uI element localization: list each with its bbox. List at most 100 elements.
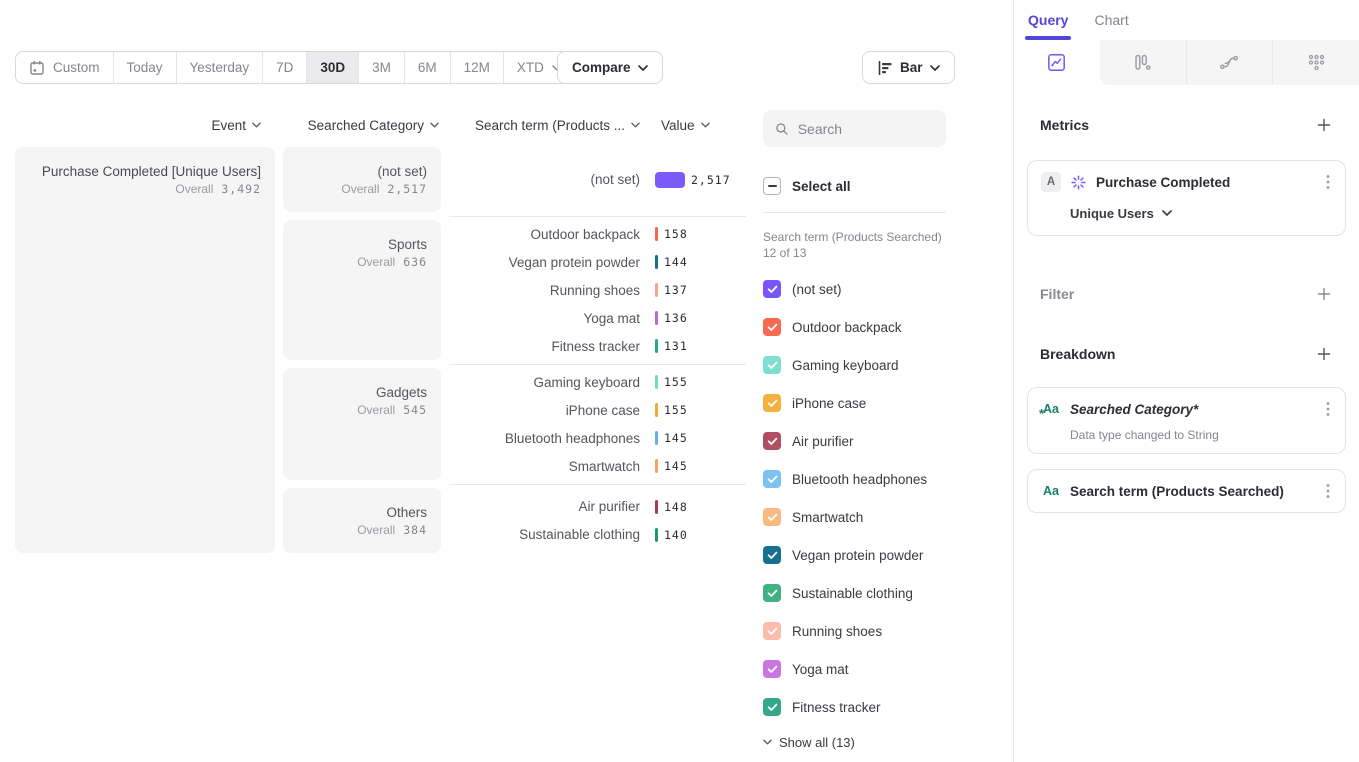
breakdown-card-searched-category[interactable]: Aa*Searched Category*Data type changed t… — [1027, 387, 1346, 454]
legend-checkbox[interactable] — [763, 698, 781, 716]
legend-checkbox[interactable] — [763, 546, 781, 564]
range-today[interactable]: Today — [114, 52, 177, 83]
legend-checkbox[interactable] — [763, 318, 781, 336]
chart-type-button[interactable]: Bar — [862, 51, 955, 84]
column-header-searched-category[interactable]: Searched Category — [283, 118, 441, 133]
column-header-event[interactable]: Event — [15, 118, 275, 133]
legend-item-outdoor-backpack[interactable]: Outdoor backpack — [763, 308, 946, 346]
table-row-sustainable-clothing[interactable]: Sustainable clothing 140 — [449, 521, 746, 549]
range-custom[interactable]: Custom — [16, 52, 114, 83]
select-all-row[interactable]: Select all — [763, 177, 946, 195]
range-6m[interactable]: 6M — [405, 52, 451, 83]
table-row-fitness-tracker[interactable]: Fitness tracker131 — [449, 332, 746, 360]
legend-item-air-purifier[interactable]: Air purifier — [763, 422, 946, 460]
legend-item-bluetooth-headphones[interactable]: Bluetooth headphones — [763, 460, 946, 498]
range-7d[interactable]: 7D — [263, 52, 307, 83]
show-all-button[interactable]: Show all (13) — [763, 729, 946, 755]
term-label: Gaming keyboard — [449, 375, 648, 390]
table-row-not-set[interactable]: (not set)2,517 — [449, 166, 746, 194]
insights-icon — [1047, 53, 1066, 72]
legend-item-not-set[interactable]: (not set) — [763, 270, 946, 308]
category-cell-others[interactable]: OthersOverall384 — [283, 488, 441, 553]
report-type-strip — [1014, 40, 1359, 85]
term-label: Bluetooth headphones — [449, 431, 648, 446]
breakdown-menu-button[interactable] — [1324, 481, 1332, 501]
category-cell-sports[interactable]: SportsOverall636 — [283, 220, 441, 360]
legend-checkbox[interactable] — [763, 432, 781, 450]
plus-icon — [1317, 347, 1331, 361]
funnels-tab[interactable] — [1100, 40, 1186, 85]
table-row-air-purifier[interactable]: Air purifier148 — [449, 493, 746, 521]
table-row-bluetooth-headphones[interactable]: Bluetooth headphones145 — [449, 424, 746, 452]
event-name: Purchase Completed [Unique Users] — [29, 163, 261, 180]
retention-tab[interactable] — [1272, 40, 1359, 85]
legend-label: Running shoes — [792, 624, 882, 639]
legend-checkbox[interactable] — [763, 280, 781, 298]
table-row-running-shoes[interactable]: Running shoes137 — [449, 276, 746, 304]
range-3m[interactable]: 3M — [359, 52, 405, 83]
metric-name: Purchase Completed — [1096, 175, 1315, 190]
term-label: Air purifier — [449, 499, 648, 514]
chevron-down-icon — [930, 65, 940, 71]
metric-card[interactable]: A Purchase Completed — [1027, 160, 1346, 236]
compare-button[interactable]: Compare — [557, 51, 663, 84]
legend-item-gaming-keyboard[interactable]: Gaming keyboard — [763, 346, 946, 384]
breakdown-card-search-term-products-searched[interactable]: Aa Search term (Products Searched) — [1027, 469, 1346, 513]
group-others: OthersOverall384Air purifier148Sustainab… — [283, 488, 746, 553]
legend-item-fitness-tracker[interactable]: Fitness tracker — [763, 688, 946, 726]
legend-item-smartwatch[interactable]: Smartwatch — [763, 498, 946, 536]
breakdown-menu-button[interactable] — [1324, 399, 1332, 419]
legend-checkbox[interactable] — [763, 622, 781, 640]
legend-item-iphone-case[interactable]: iPhone case — [763, 384, 946, 422]
table-row-vegan-protein-powder[interactable]: Vegan protein powder144 — [449, 248, 746, 276]
add-filter-button[interactable] — [1315, 285, 1333, 303]
category-cell-gadgets[interactable]: GadgetsOverall545 — [283, 368, 441, 480]
metric-menu-button[interactable] — [1324, 172, 1332, 192]
tab-query[interactable]: Query — [1028, 0, 1068, 40]
category-cell-not-set[interactable]: (not set)Overall2,517 — [283, 147, 441, 212]
value-bar — [655, 283, 658, 297]
legend-checkbox[interactable] — [763, 508, 781, 526]
add-metric-button[interactable] — [1315, 116, 1333, 134]
value-label: 158 — [664, 227, 688, 241]
string-property-icon: Aa — [1041, 484, 1061, 498]
column-header-search-term[interactable]: Search term (Products ... — [449, 118, 648, 133]
table-row-yoga-mat[interactable]: Yoga mat136 — [449, 304, 746, 332]
column-header-value[interactable]: Value — [648, 118, 746, 133]
range-12m[interactable]: 12M — [451, 52, 504, 83]
table-row-outdoor-backpack[interactable]: Outdoor backpack158 — [449, 220, 746, 248]
legend-item-sustainable-clothing[interactable]: Sustainable clothing — [763, 574, 946, 612]
select-all-checkbox[interactable] — [763, 177, 781, 195]
tab-chart[interactable]: Chart — [1094, 0, 1128, 40]
term-label: Sustainable clothing — [449, 527, 648, 542]
category-overall-value: 636 — [403, 255, 427, 269]
legend-checkbox[interactable] — [763, 660, 781, 678]
value-label: 131 — [664, 339, 688, 353]
insights-tab[interactable] — [1014, 40, 1100, 85]
value-label: 145 — [664, 459, 688, 473]
table-row-gaming-keyboard[interactable]: Gaming keyboard155 — [449, 368, 746, 396]
check-icon — [767, 627, 778, 636]
search-box[interactable] — [763, 110, 946, 147]
add-breakdown-button[interactable] — [1315, 345, 1333, 363]
value-bar — [655, 227, 658, 241]
event-cell[interactable]: Purchase Completed [Unique Users] Overal… — [15, 147, 275, 553]
legend-checkbox[interactable] — [763, 394, 781, 412]
search-input[interactable] — [798, 121, 934, 137]
event-sparkle-icon — [1070, 174, 1087, 191]
value-label: 140 — [664, 528, 688, 542]
legend-checkbox[interactable] — [763, 470, 781, 488]
range-yesterday[interactable]: Yesterday — [177, 52, 264, 83]
range-30d[interactable]: 30D — [307, 52, 359, 83]
legend-item-yoga-mat[interactable]: Yoga mat — [763, 650, 946, 688]
measure-dropdown[interactable]: Unique Users — [1070, 204, 1332, 222]
legend-checkbox[interactable] — [763, 584, 781, 602]
table-row-iphone-case[interactable]: iPhone case155 — [449, 396, 746, 424]
legend-item-running-shoes[interactable]: Running shoes — [763, 612, 946, 650]
table-row-smartwatch[interactable]: Smartwatch145 — [449, 452, 746, 480]
flows-tab[interactable] — [1186, 40, 1273, 85]
legend-item-vegan-protein-powder[interactable]: Vegan protein powder — [763, 536, 946, 574]
legend-checkbox[interactable] — [763, 356, 781, 374]
chevron-down-icon — [430, 122, 439, 128]
breakdown-name: Search term (Products Searched) — [1070, 484, 1315, 499]
